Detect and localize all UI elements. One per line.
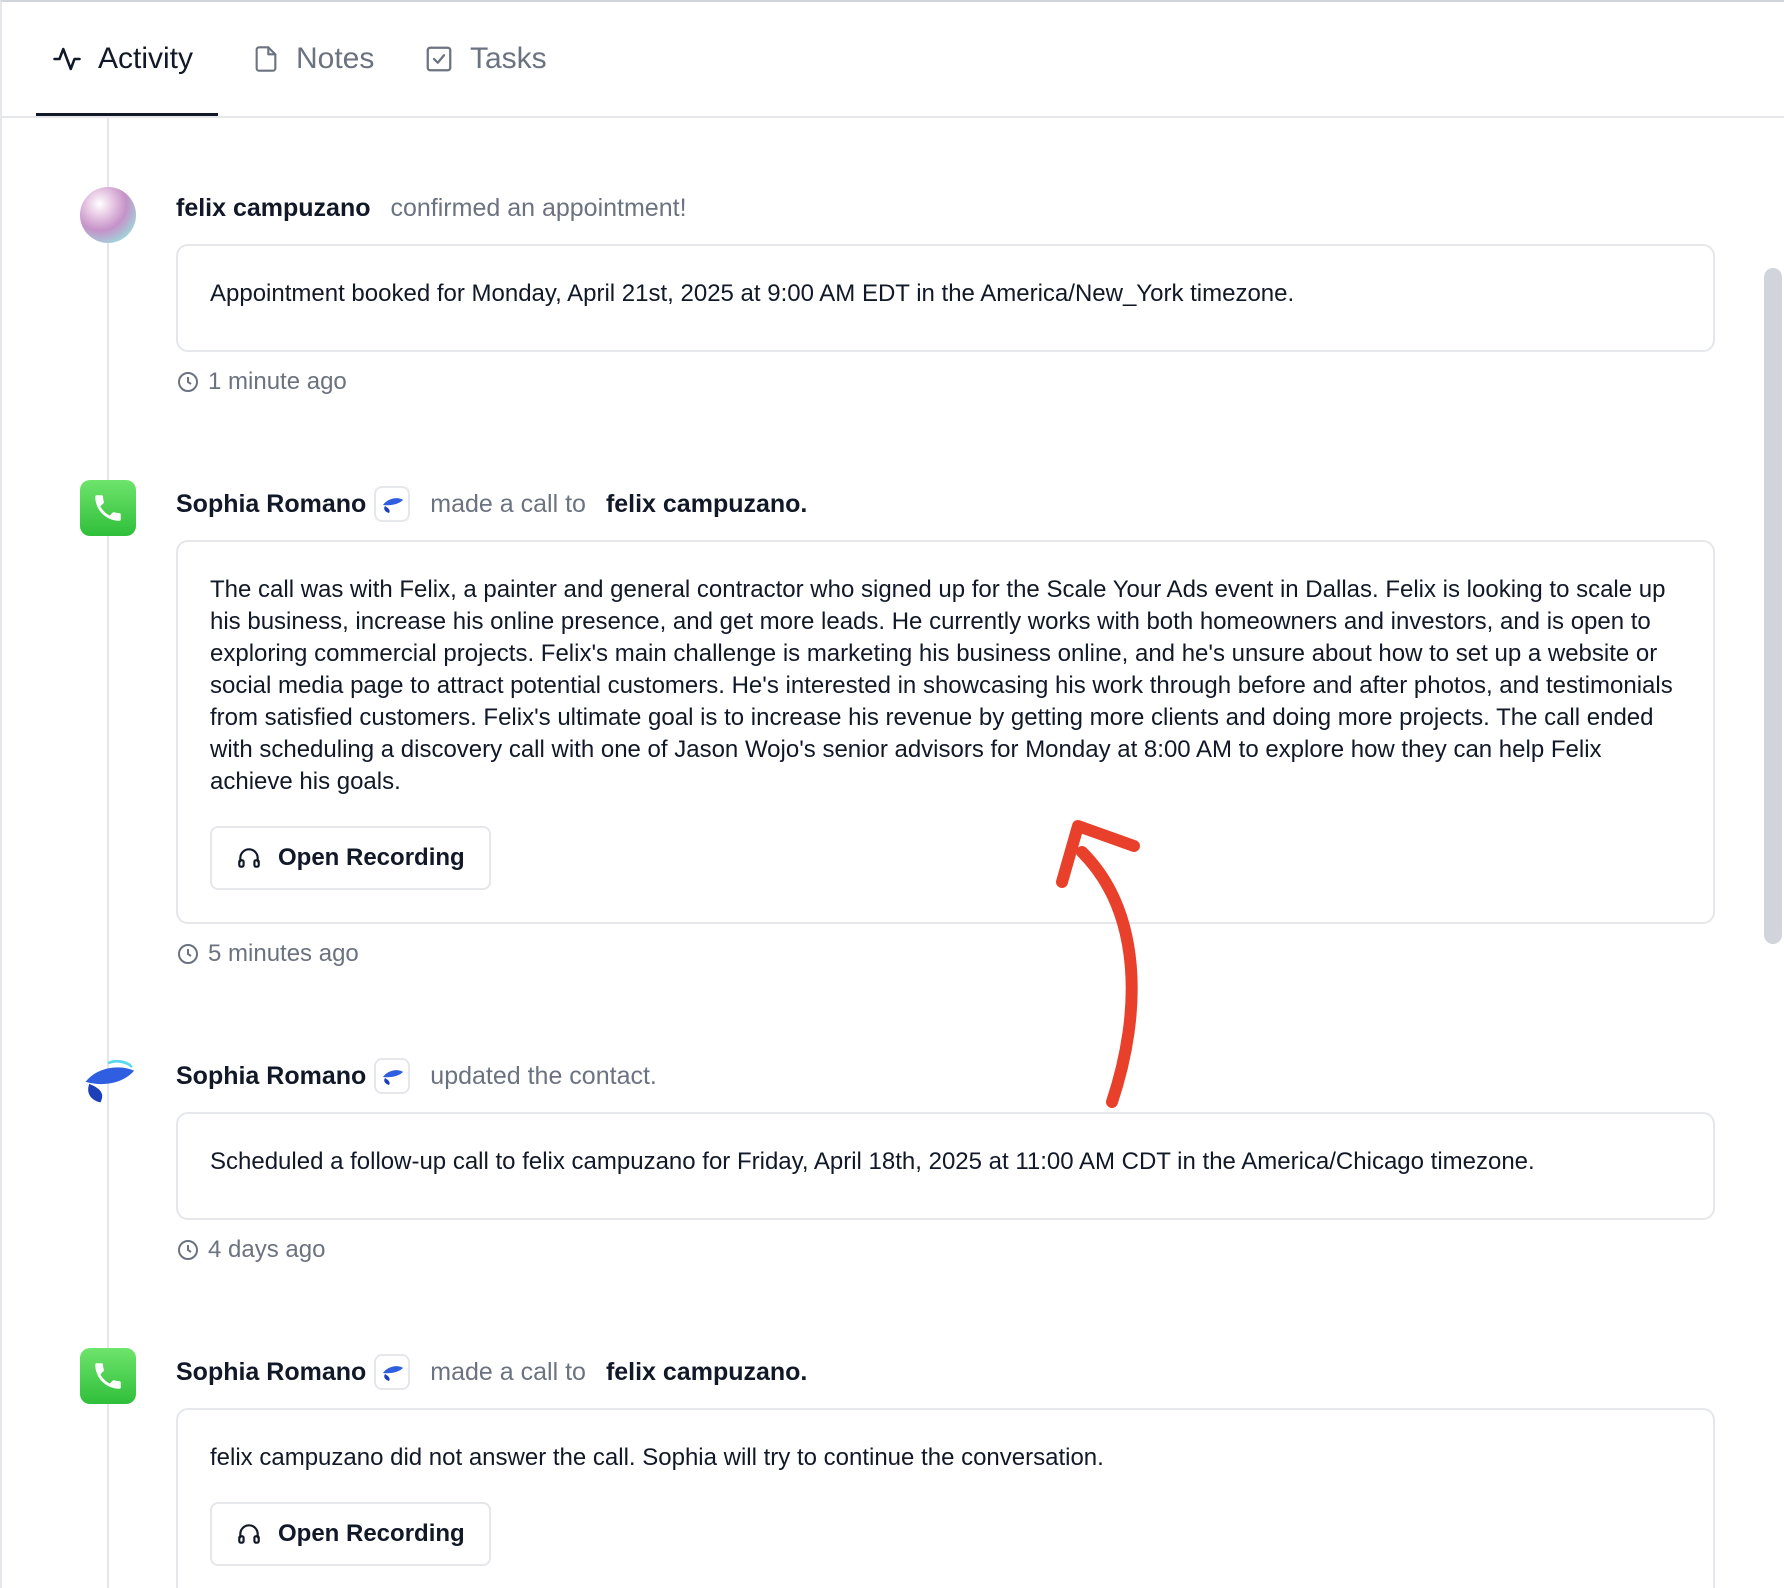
headphones-icon (238, 848, 260, 868)
activity-panel: Activity Notes Tasks felix campuzano con… (0, 0, 1784, 1588)
action-text: confirmed an appointment! (390, 194, 687, 222)
activity-card: The call was with Felix, a painter and g… (176, 540, 1715, 924)
tab-label: Notes (296, 42, 375, 75)
tab-activity[interactable]: Activity (52, 2, 193, 116)
tab-notes[interactable]: Notes (252, 2, 374, 116)
active-tab-indicator (36, 113, 218, 116)
timestamp: 5 minutes ago (176, 940, 359, 968)
entry-header: felix campuzano confirmed an appointment… (176, 194, 687, 223)
actor-name[interactable]: Sophia Romano (176, 1062, 366, 1091)
agent-logo-icon (374, 1058, 411, 1094)
activity-icon (53, 47, 81, 71)
activity-card: Appointment booked for Monday, April 21s… (176, 244, 1715, 352)
activity-card: Scheduled a follow-up call to felix camp… (176, 1112, 1715, 1220)
scrollbar-thumb[interactable] (1764, 268, 1782, 944)
entry-header: Sophia Romano updated the contact. (176, 1058, 657, 1094)
actor-name[interactable]: Sophia Romano (176, 490, 366, 519)
timestamp: 1 minute ago (176, 368, 347, 396)
agent-logo-icon (374, 1354, 411, 1390)
headphones-icon (238, 1524, 260, 1544)
entry-header: Sophia Romano made a call to felix campu… (176, 486, 807, 522)
activity-body: felix campuzano did not answer the call.… (210, 1444, 1104, 1471)
entry-header: Sophia Romano made a call to felix campu… (176, 1354, 807, 1390)
clock-icon (178, 1240, 198, 1260)
tab-bar: Activity Notes Tasks (2, 2, 1784, 118)
actor-name[interactable]: Sophia Romano (176, 1358, 366, 1387)
agent-logo-icon (374, 486, 411, 522)
action-text: made a call to (430, 489, 586, 518)
phone-icon (80, 1348, 136, 1404)
target-contact[interactable]: felix campuzano. (606, 1358, 807, 1387)
call-summary: The call was with Felix, a painter and g… (210, 576, 1673, 795)
open-recording-button[interactable]: Open Recording (210, 1502, 491, 1566)
activity-body: Appointment booked for Monday, April 21s… (210, 280, 1295, 307)
agent-logo-icon (80, 1052, 136, 1108)
checkbox-icon (426, 46, 452, 72)
action-text: updated the contact. (430, 1061, 657, 1090)
document-icon (255, 46, 277, 72)
activity-body: Scheduled a follow-up call to felix camp… (210, 1148, 1535, 1175)
gradient-avatar (80, 187, 136, 243)
timestamp: 4 days ago (176, 1236, 325, 1264)
activity-card: felix campuzano did not answer the call.… (176, 1408, 1715, 1588)
tab-label: Activity (98, 42, 194, 75)
actor-name[interactable]: felix campuzano (176, 194, 371, 223)
clock-icon (178, 944, 198, 964)
open-recording-button[interactable]: Open Recording (210, 826, 491, 890)
phone-icon (80, 480, 136, 536)
clock-icon (178, 372, 198, 392)
target-contact[interactable]: felix campuzano. (606, 490, 807, 519)
action-text: made a call to (430, 1357, 586, 1386)
annotation-arrow-icon (1056, 820, 1140, 1108)
tab-tasks[interactable]: Tasks (424, 2, 547, 116)
tab-label: Tasks (470, 42, 547, 75)
